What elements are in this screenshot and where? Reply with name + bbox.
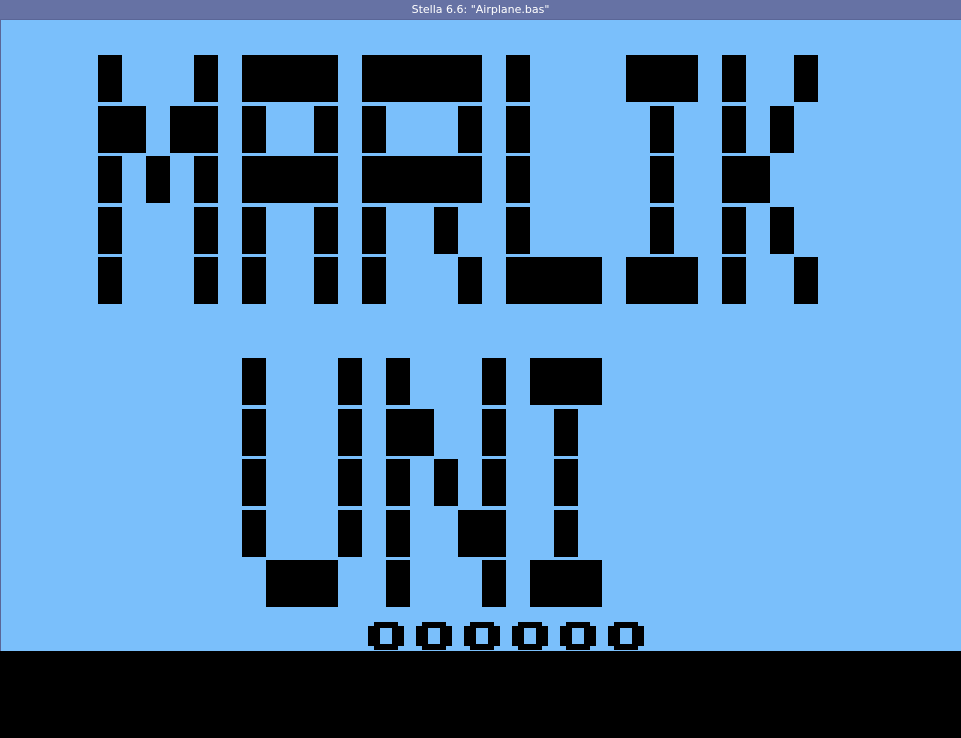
score-digit: 0 [368, 622, 404, 650]
game-screen[interactable]: 000000 [0, 20, 961, 651]
score-digit: 0 [608, 622, 644, 650]
score-digit: 0 [512, 622, 548, 650]
screen-bottom-border [0, 651, 961, 738]
score-digit: 0 [416, 622, 452, 650]
emulator-window: Stella 6.6: "Airplane.bas" 000000 [0, 0, 961, 738]
score-digit: 0 [560, 622, 596, 650]
score-display: 000000 [1, 20, 961, 651]
score-digit: 0 [464, 622, 500, 650]
window-title: Stella 6.6: "Airplane.bas" [0, 0, 961, 20]
